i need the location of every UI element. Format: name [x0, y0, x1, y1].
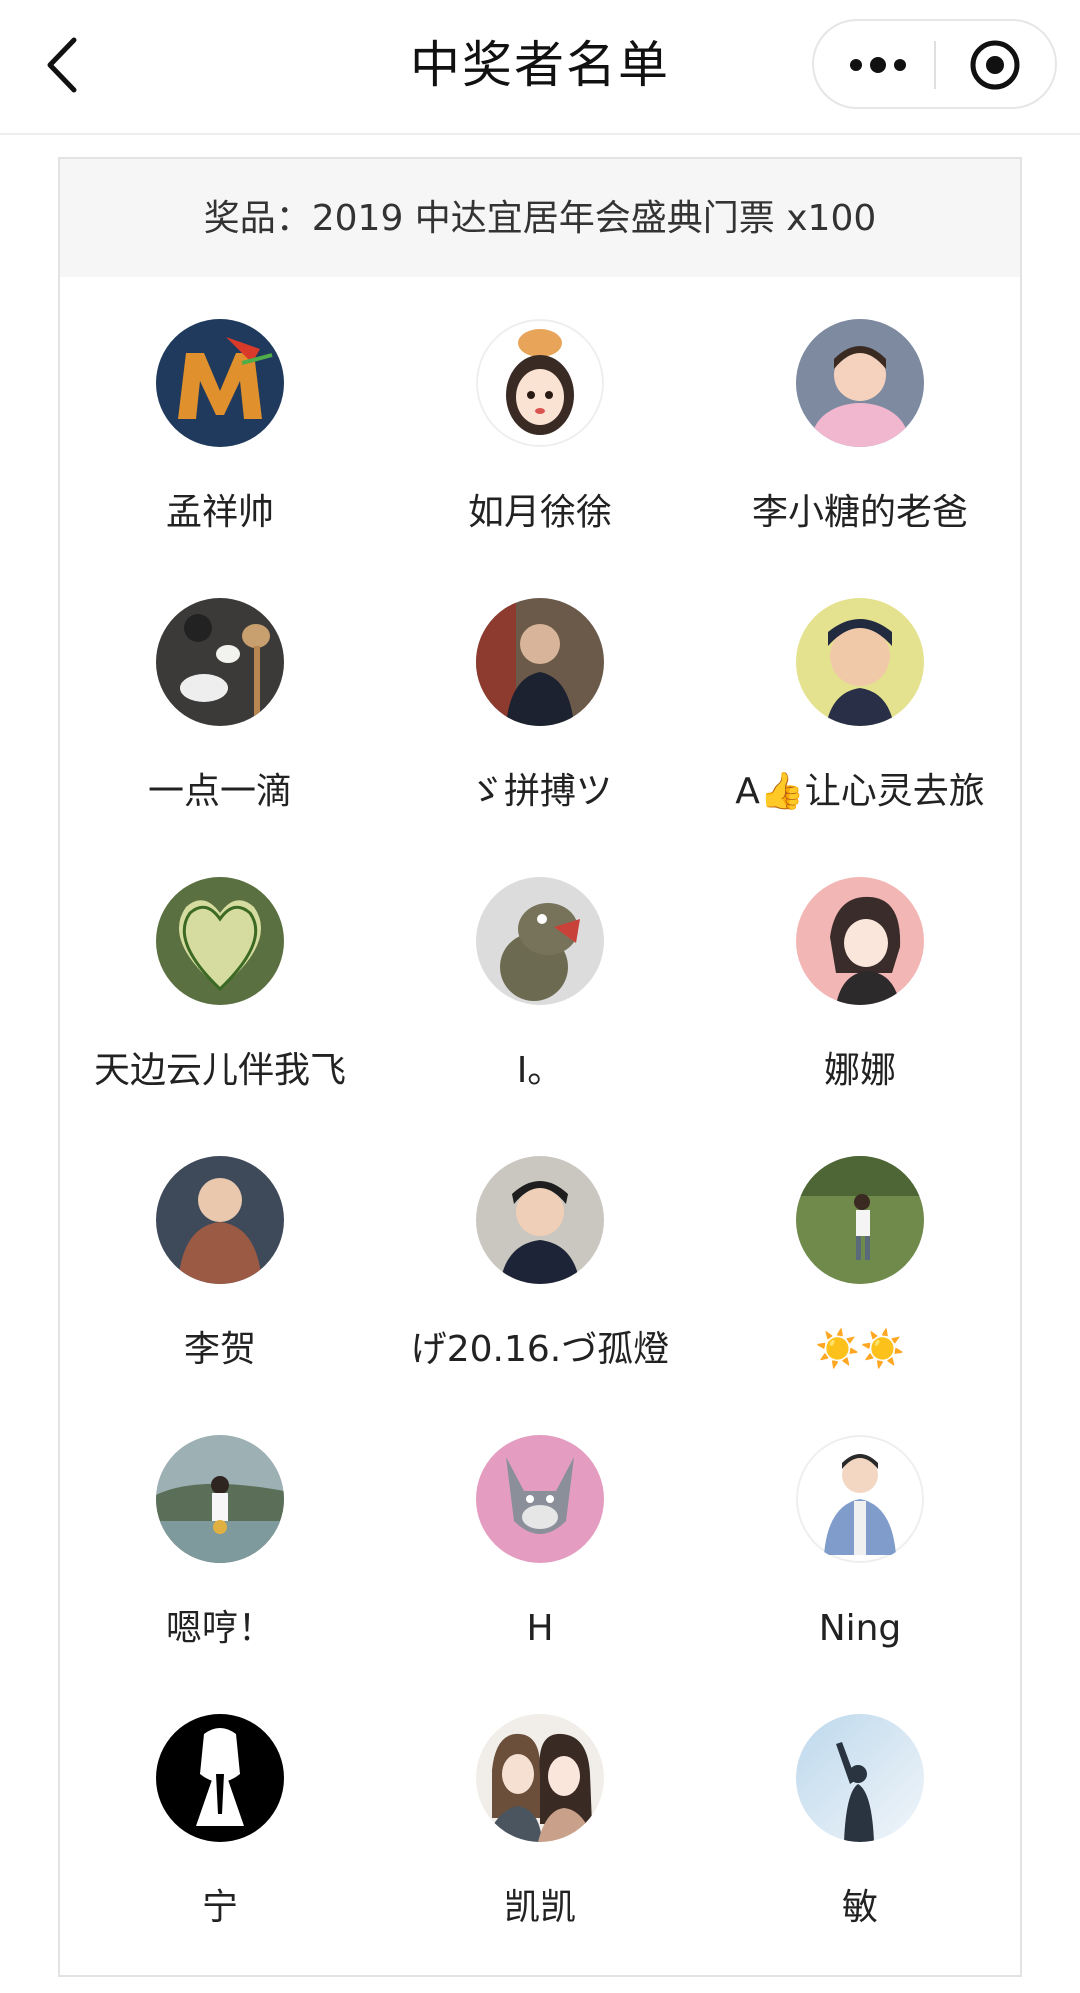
prize-banner: 奖品：2019 中达宜居年会盛典门票 x100: [60, 159, 1020, 277]
avatar: [796, 598, 924, 726]
avatar: [476, 598, 604, 726]
winner-name: H: [526, 1608, 554, 1649]
avatar: [796, 1435, 924, 1563]
winner-name: げ20.16.づ孤燈: [410, 1329, 670, 1370]
winner-item: ☀️☀️: [700, 1156, 1020, 1435]
winner-item: H: [380, 1435, 700, 1714]
avatar: [156, 598, 284, 726]
winners-card: 奖品：2019 中达宜居年会盛典门票 x100 孟祥帅 如月徐徐 李小糖的老爸 …: [58, 157, 1022, 1977]
winner-name: 李贺: [183, 1329, 256, 1370]
avatar: [156, 877, 284, 1005]
capsule-divider: [934, 41, 936, 89]
winner-name: 凯凯: [503, 1887, 576, 1928]
winner-name: 嗯哼！: [165, 1608, 274, 1649]
winner-item: Ning: [700, 1435, 1020, 1714]
avatar: [476, 319, 604, 447]
winner-item: A👍让心灵去旅: [700, 598, 1020, 877]
avatar: [476, 877, 604, 1005]
winner-item: 敏: [700, 1714, 1020, 1993]
winner-name: 如月徐徐: [467, 492, 612, 533]
avatar: [796, 1156, 924, 1284]
avatar: [796, 1714, 924, 1842]
winner-item: 宁: [60, 1714, 380, 1993]
winner-name: Ning: [818, 1608, 902, 1649]
winner-item: 李小糖的老爸: [700, 319, 1020, 598]
winner-name: A👍让心灵去旅: [735, 771, 985, 812]
avatar: [156, 1435, 284, 1563]
more-dots-icon: [850, 57, 906, 73]
winner-item: ゞ拼搏ツ: [380, 598, 700, 877]
winner-name: 孟祥帅: [165, 492, 274, 533]
target-close-icon: [970, 40, 1020, 90]
avatar: [476, 1714, 604, 1842]
winner-item: げ20.16.づ孤燈: [380, 1156, 700, 1435]
avatar: [156, 1714, 284, 1842]
winner-item: 一点一滴: [60, 598, 380, 877]
winner-name: 李小糖的老爸: [751, 492, 968, 533]
avatar: [476, 1156, 604, 1284]
winner-item: 天边云儿伴我飞: [60, 877, 380, 1156]
avatar: [156, 319, 284, 447]
avatar: [156, 1156, 284, 1284]
close-mini-program-button[interactable]: [952, 35, 1038, 95]
winner-item: 嗯哼！: [60, 1435, 380, 1714]
winner-item: 娜娜: [700, 877, 1020, 1156]
mini-program-capsule: [812, 19, 1057, 109]
prize-text: 奖品：2019 中达宜居年会盛典门票 x100: [203, 198, 877, 239]
avatar: [796, 319, 924, 447]
winner-name: ゞ拼搏ツ: [467, 771, 612, 812]
avatar: [476, 1435, 604, 1563]
winner-name: 天边云儿伴我飞: [93, 1050, 346, 1091]
winner-item: 李贺: [60, 1156, 380, 1435]
winner-item: I。: [380, 877, 700, 1156]
winner-name: ☀️☀️: [815, 1329, 905, 1370]
more-button[interactable]: [834, 39, 920, 91]
winner-name: 宁: [201, 1887, 238, 1928]
winner-name: I。: [516, 1050, 564, 1091]
avatar: [796, 877, 924, 1005]
winner-name: 敏: [841, 1887, 878, 1928]
navigation-bar: 中奖者名单: [0, 0, 1080, 135]
winner-item: 孟祥帅: [60, 319, 380, 598]
winner-item: 凯凯: [380, 1714, 700, 1993]
winner-name: 一点一滴: [147, 771, 292, 812]
winner-item: 如月徐徐: [380, 319, 700, 598]
winners-grid: 孟祥帅 如月徐徐 李小糖的老爸 一点一滴 ゞ拼搏ツ A👍让心灵去旅 天边云儿伴我…: [60, 319, 1020, 1993]
winner-name: 娜娜: [823, 1050, 896, 1091]
